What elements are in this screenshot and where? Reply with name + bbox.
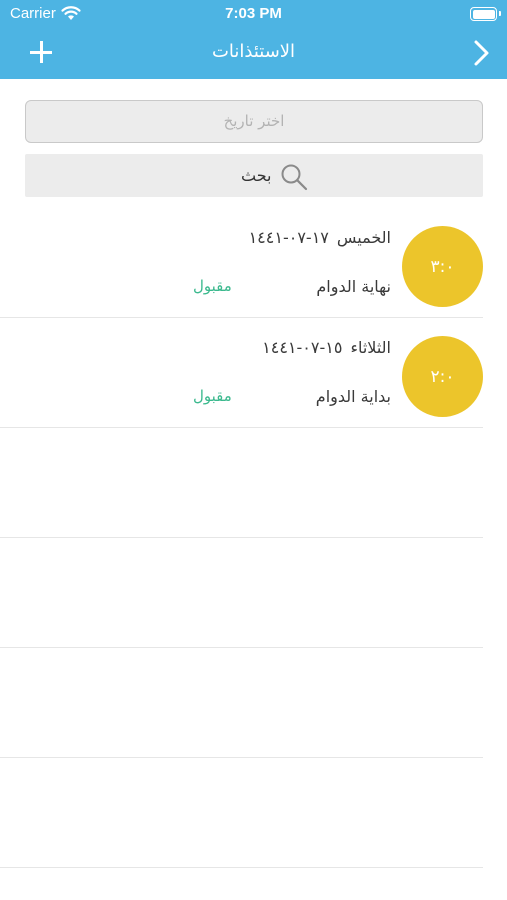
nav-bar: الاستئذانات: [0, 30, 507, 74]
empty-list-row: [0, 648, 507, 758]
requests-list: ٣:٠ الخميس١٧-٠٧-١٤٤١ نهاية الدوام مقبول …: [0, 208, 507, 868]
request-day: الخميس: [336, 228, 391, 247]
search-label: بحث: [241, 166, 272, 185]
request-date-line: الخميس ١٧-٠٧-١٤٤١: [249, 228, 391, 247]
clock: 7:03 PM: [225, 5, 282, 22]
empty-list-row: [0, 538, 507, 648]
date-picker-placeholder: اختر تاريخ: [223, 112, 285, 130]
request-type: نهاية الدوام: [316, 277, 391, 296]
chevron-right-icon[interactable]: [471, 38, 493, 68]
status-badge: مقبول: [193, 277, 232, 295]
request-date: ١٥-٠٧-١٤٤١: [262, 338, 343, 357]
page-title: الاستئذانات: [211, 41, 296, 62]
status-badge: مقبول: [193, 387, 232, 405]
app-header: Carrier 7:03 PM الاستئذانات: [0, 0, 507, 79]
duration-badge: ٢:٠: [402, 336, 483, 417]
empty-list-row: [0, 758, 507, 868]
empty-list-row: [0, 428, 507, 538]
duration-value: ٣:٠: [430, 256, 455, 277]
status-bar: Carrier 7:03 PM: [0, 0, 507, 28]
battery-icon: [470, 7, 501, 21]
row-divider: [0, 867, 483, 868]
duration-badge: ٣:٠: [402, 226, 483, 307]
search-button[interactable]: بحث: [25, 154, 483, 197]
request-date-line: الثلاثاء ١٥-٠٧-١٤٤١: [262, 338, 391, 357]
request-day: الثلاثاء: [350, 338, 391, 357]
date-picker-field[interactable]: اختر تاريخ: [25, 100, 483, 143]
request-row[interactable]: ٣:٠ الخميس ١٧-٠٧-١٤٤١ نهاية الدوام مقبول: [0, 208, 507, 318]
request-type: بداية الدوام: [315, 387, 391, 406]
search-icon: [281, 164, 308, 191]
request-date: ١٧-٠٧-١٤٤١: [248, 228, 329, 247]
request-row[interactable]: ٢:٠ الثلاثاء ١٥-٠٧-١٤٤١ بداية الدوام مقبو…: [0, 318, 507, 428]
duration-value: ٢:٠: [430, 366, 455, 387]
